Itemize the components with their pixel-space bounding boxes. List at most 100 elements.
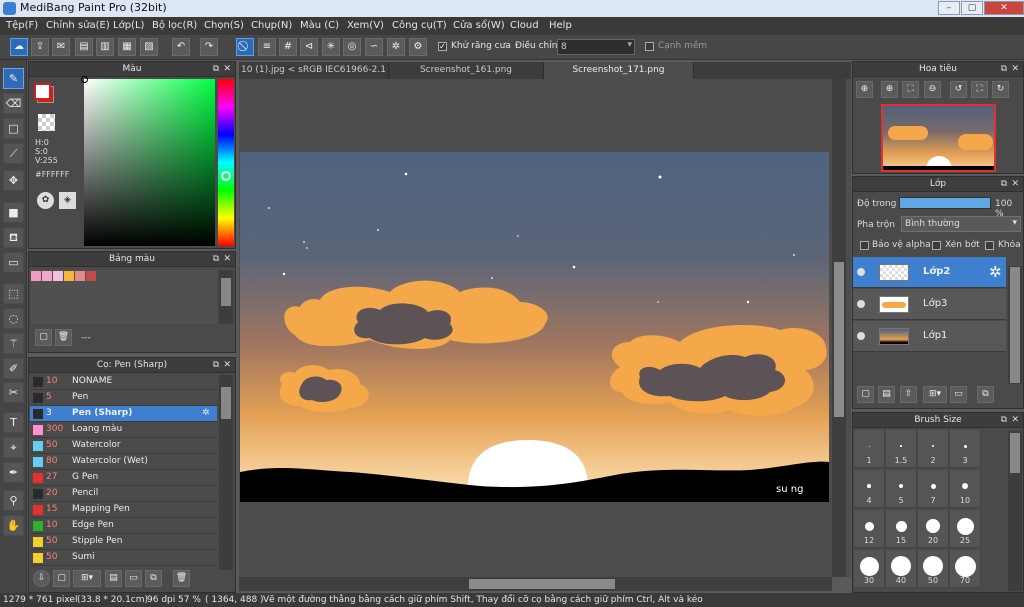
fill-rect-tool-icon[interactable]: ■ [3, 202, 24, 223]
horizontal-scroll-thumb[interactable] [469, 579, 615, 589]
brush-list-item[interactable]: 10 NONAME [30, 374, 217, 390]
brush-size-cell[interactable]: 1 [854, 430, 885, 468]
brush-size-cell[interactable]: 4 [854, 470, 885, 508]
panel-icon[interactable]: ▤ [75, 38, 93, 56]
text-tool-icon[interactable]: T [3, 412, 24, 433]
palette-swatch[interactable] [42, 271, 52, 281]
duplicate-layer-icon[interactable]: ⧉ [977, 386, 994, 403]
rectangle-tool-icon[interactable]: □ [3, 118, 24, 139]
close-icon[interactable]: ✕ [223, 62, 231, 77]
brush-list-item[interactable]: 50 Sumi [30, 550, 217, 566]
menu-edit[interactable]: Chỉnh sửa(E) [46, 20, 110, 31]
menu-view[interactable]: Xem(V) [347, 20, 384, 31]
minimize-button[interactable]: – [938, 1, 960, 15]
palette-swatch[interactable] [86, 271, 96, 281]
brush-size-scrollbar[interactable] [1008, 431, 1022, 591]
brush-settings-icon[interactable]: ▤ [105, 570, 122, 587]
undo-icon[interactable]: ↶ [172, 38, 190, 56]
brush-list-item[interactable]: 300 Loang màu [30, 422, 217, 438]
rotate-left-icon[interactable]: ↺ [950, 81, 967, 98]
tab-document-3[interactable]: Screenshot_171.png [544, 62, 694, 79]
palette-swatch[interactable] [64, 271, 74, 281]
undock-icon[interactable]: ⧉ [1001, 177, 1007, 192]
eye-icon[interactable] [857, 268, 865, 276]
close-icon[interactable]: ✕ [223, 358, 231, 373]
zoom-in-icon[interactable]: ⊕ [856, 81, 873, 98]
perspective-snap-icon[interactable]: ⊲ [300, 38, 318, 56]
delete-palette-icon[interactable]: 🗑 [55, 329, 72, 346]
close-icon[interactable]: ✕ [223, 252, 231, 267]
brush-list-item[interactable]: 50 Watercolor [30, 438, 217, 454]
new-brush-icon[interactable]: ▢ [53, 570, 70, 587]
curve-snap-icon[interactable]: ∽ [365, 38, 383, 56]
canvas-area[interactable]: su ng [239, 79, 851, 577]
brush-tool-icon[interactable]: ✎ [3, 68, 24, 89]
menu-tools[interactable]: Công cụ(T) [392, 20, 447, 31]
canvas-vertical-scrollbar[interactable] [832, 79, 846, 577]
reset-view-icon[interactable]: ⛶ [971, 81, 988, 98]
comment-icon[interactable]: ✉ [52, 38, 70, 56]
close-icon[interactable]: ✕ [1011, 62, 1019, 77]
eye-icon[interactable] [857, 332, 865, 340]
dropper-tool-icon[interactable]: ⚲ [3, 490, 24, 511]
menu-color[interactable]: Màu (C) [300, 20, 339, 31]
brush-list-item[interactable]: 27 G Pen [30, 470, 217, 486]
gear-icon[interactable]: ✲ [202, 406, 210, 421]
grid-snap-icon[interactable]: # [279, 38, 297, 56]
transparent-swatch[interactable] [38, 114, 55, 131]
gradient-tool-icon[interactable]: ▭ [3, 252, 24, 273]
layer-settings-icon[interactable]: ▤ [878, 386, 895, 403]
brush-size-cell[interactable]: 70 [950, 550, 981, 588]
layer-folder-icon[interactable]: ▭ [950, 386, 967, 403]
hue-slider[interactable] [218, 79, 234, 246]
fit-window-icon[interactable]: ⛶ [902, 81, 919, 98]
line-tool-icon[interactable]: ⟋ [3, 143, 24, 164]
brush-size-cell[interactable]: 2 [918, 430, 949, 468]
menu-file[interactable]: Tệp(F) [6, 20, 38, 31]
cloud-download-icon[interactable]: ⇩ [33, 570, 50, 587]
brush-size-cell[interactable]: 1.5 [886, 430, 917, 468]
lasso-tool-icon[interactable]: ◌ [3, 308, 24, 329]
close-icon[interactable]: ✕ [1011, 177, 1019, 192]
eyedropper-tool-icon[interactable]: ✒ [3, 462, 24, 483]
navigator-preview[interactable] [881, 104, 996, 172]
zoom-fit-icon[interactable]: ⊕ [881, 81, 898, 98]
blend-mode-dropdown[interactable]: Bình thường ▾ [901, 216, 1021, 232]
panel3-icon[interactable]: ▦ [118, 38, 136, 56]
palette-swatch[interactable] [53, 271, 63, 281]
eraser-tool-icon[interactable]: ⌫ [3, 93, 24, 114]
brush-size-cell[interactable]: 20 [918, 510, 949, 548]
antialias-checkbox[interactable]: ✓ [438, 42, 447, 51]
parallel-snap-icon[interactable]: ≡ [258, 38, 276, 56]
menu-select[interactable]: Chọn(S) [204, 20, 244, 31]
palette-swatch[interactable] [31, 271, 41, 281]
close-button[interactable]: ✕ [984, 1, 1024, 15]
brush-size-cell[interactable]: 40 [886, 550, 917, 588]
select-rect-tool-icon[interactable]: ⬚ [3, 283, 24, 304]
folder-icon[interactable]: ▭ [125, 570, 142, 587]
canvas-horizontal-scrollbar[interactable] [239, 577, 832, 591]
layer-row-lop1[interactable]: Lớp1 [853, 321, 1006, 352]
gear-icon[interactable]: ⚙ [409, 38, 427, 56]
menu-filter[interactable]: Bộ lọc(R) [152, 20, 197, 31]
duplicate-icon[interactable]: ⧉ [145, 570, 162, 587]
add-layer-menu-icon[interactable]: ⊞▾ [923, 386, 947, 403]
brush-size-scroll-thumb[interactable] [1010, 433, 1020, 473]
add-brush-menu-icon[interactable]: ⊞▾ [73, 570, 101, 587]
brush-size-cell[interactable]: 50 [918, 550, 949, 588]
primary-color-swatch[interactable] [34, 83, 51, 100]
brush-list-item[interactable]: 3 Pen (Sharp) ✲ [30, 406, 217, 422]
menu-layer[interactable]: Lớp(L) [113, 20, 144, 31]
undock-icon[interactable]: ⧉ [1001, 62, 1007, 77]
menu-cloud[interactable]: Cloud [510, 20, 539, 31]
palette-icon[interactable]: ✿ [37, 192, 54, 209]
adjust-dropdown[interactable]: 8 ▾ [557, 39, 635, 55]
brush-size-cell[interactable]: 30 [854, 550, 885, 588]
panel2-icon[interactable]: ▥ [96, 38, 114, 56]
radial-snap-icon[interactable]: ✳ [322, 38, 340, 56]
settings-icon[interactable]: ✲ [387, 38, 405, 56]
brush-scrollbar[interactable] [219, 375, 233, 570]
artwork-canvas[interactable]: su ng [240, 152, 829, 502]
eye-icon[interactable] [857, 300, 865, 308]
close-icon[interactable]: ✕ [1011, 413, 1019, 428]
